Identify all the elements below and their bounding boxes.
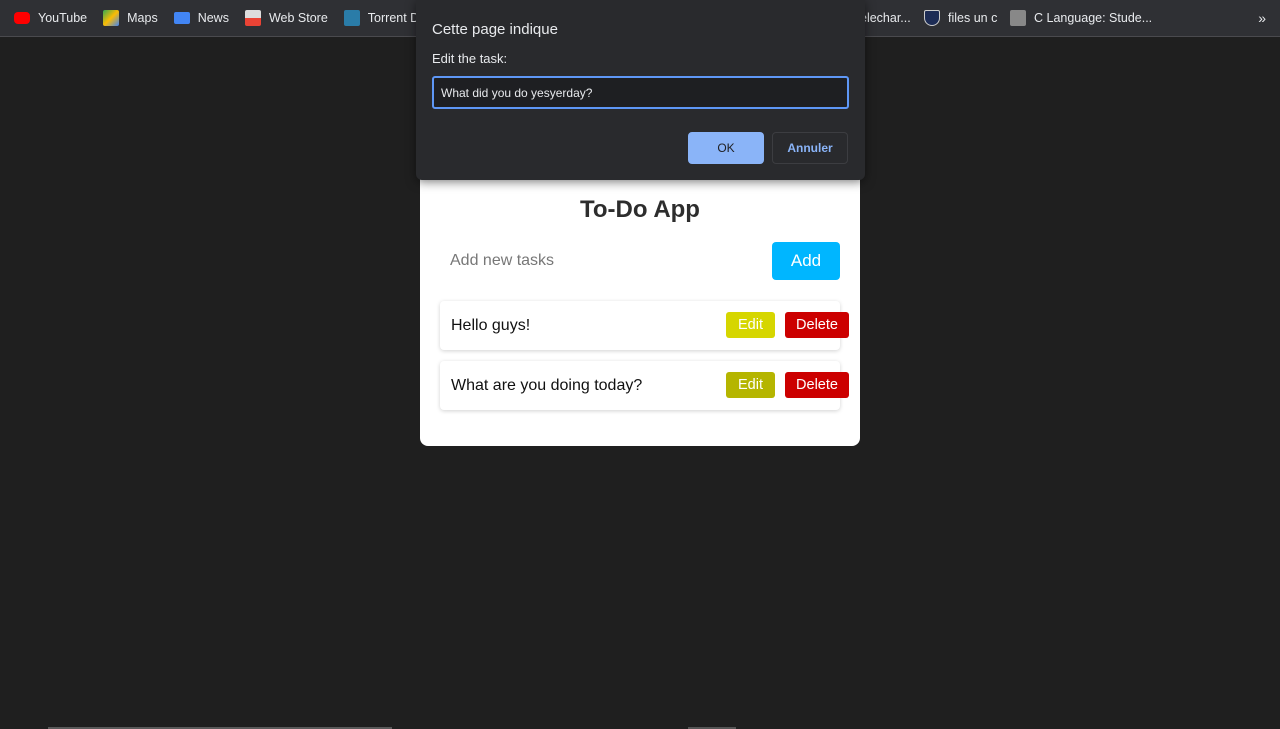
bookmark-torrent[interactable]: Torrent De xyxy=(343,10,426,26)
bookmark-files[interactable]: files un c xyxy=(924,10,997,26)
dialog-title: Cette page indique xyxy=(432,21,558,38)
cancel-button[interactable]: Annuler xyxy=(772,132,848,164)
edit-button[interactable]: Edit xyxy=(726,372,775,398)
edit-button[interactable]: Edit xyxy=(726,312,775,338)
maps-icon xyxy=(103,10,120,26)
app-title: To-Do App xyxy=(580,196,700,223)
prompt-dialog: Cette page indique Edit the task: OK Ann… xyxy=(416,0,865,180)
ok-button[interactable]: OK xyxy=(688,132,764,164)
task-item: What are you doing today? Edit Delete xyxy=(440,361,849,410)
webstore-icon xyxy=(244,10,261,26)
bookmark-web-store[interactable]: Web Store xyxy=(244,10,328,26)
shield-icon xyxy=(924,10,940,26)
youtube-icon xyxy=(14,12,30,24)
new-task-input[interactable] xyxy=(440,242,760,280)
dialog-input[interactable] xyxy=(432,76,849,109)
news-icon xyxy=(173,12,190,24)
avatar-icon xyxy=(1010,10,1026,26)
torrent-icon xyxy=(343,10,360,26)
dialog-message: Edit the task: xyxy=(432,51,508,66)
bookmark-news[interactable]: News xyxy=(173,11,229,25)
bookmark-telechar[interactable]: elechar... xyxy=(860,11,911,25)
bookmark-youtube[interactable]: YouTube xyxy=(14,11,87,25)
bookmark-c-language[interactable]: C Language: Stude... xyxy=(1010,10,1152,26)
bookmark-maps[interactable]: Maps xyxy=(103,10,158,26)
task-item: Hello guys! Edit Delete xyxy=(440,301,849,350)
task-text: Hello guys! xyxy=(451,316,531,334)
add-button[interactable]: Add xyxy=(772,242,840,280)
delete-button[interactable]: Delete xyxy=(785,312,849,338)
bookmarks-overflow-button[interactable]: » xyxy=(1258,10,1266,26)
task-text: What are you doing today? xyxy=(451,376,643,394)
delete-button[interactable]: Delete xyxy=(785,372,849,398)
